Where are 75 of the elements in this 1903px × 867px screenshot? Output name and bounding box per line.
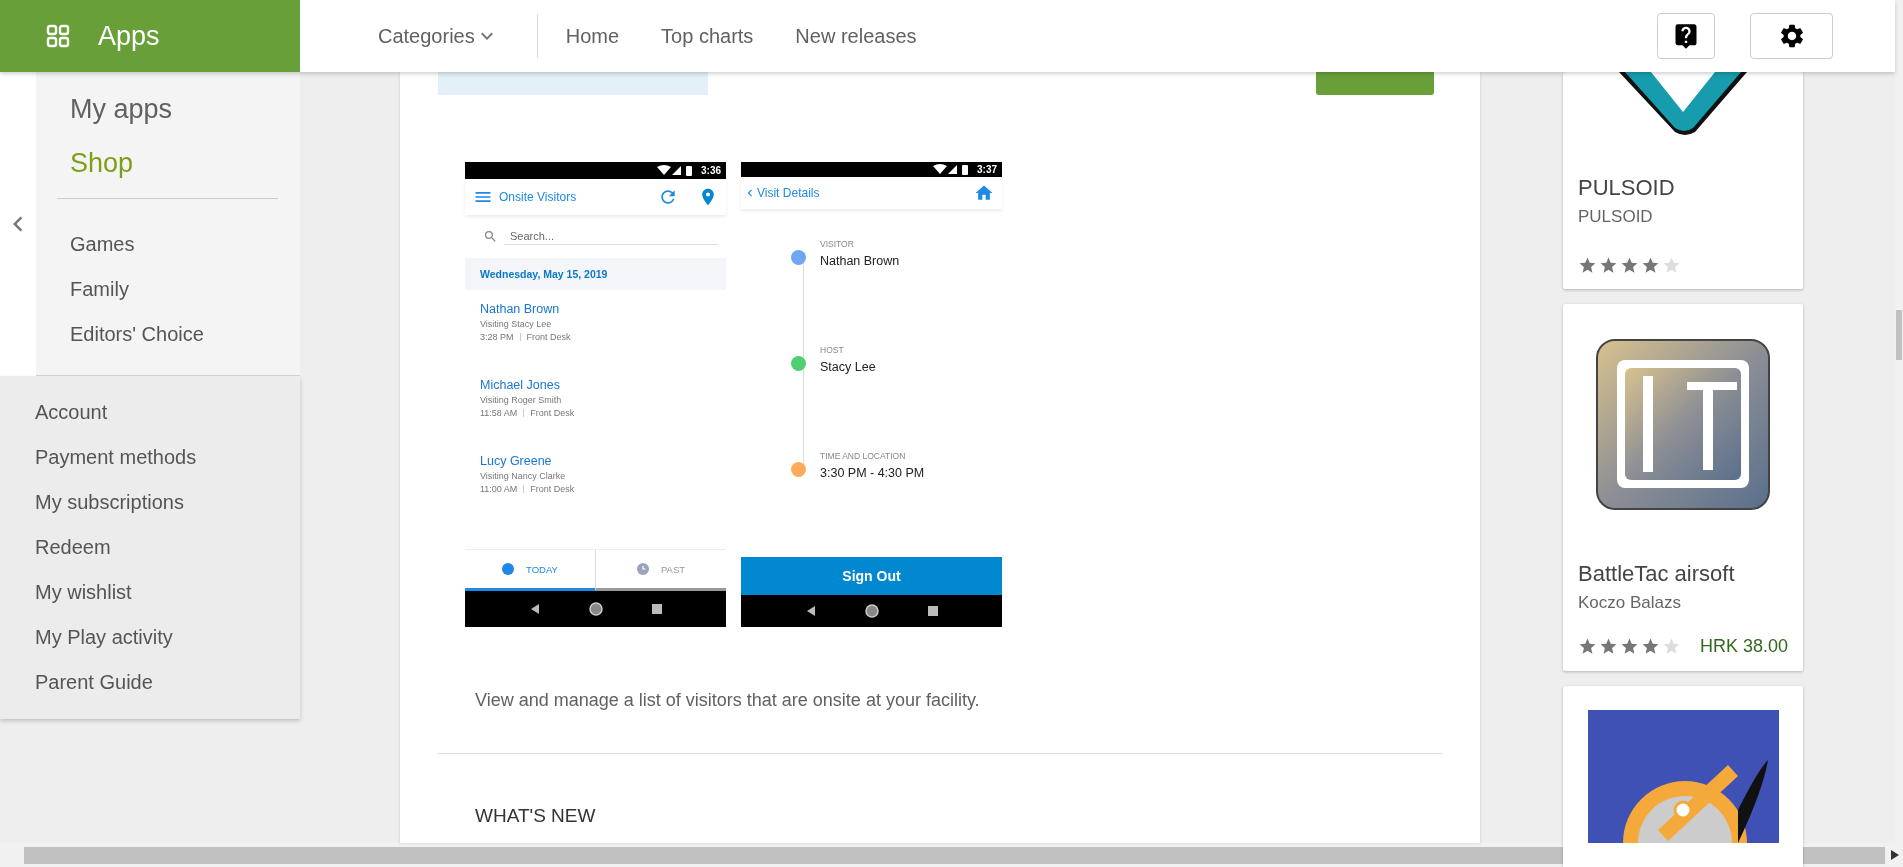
category-link[interactable]: Editors' Choice: [70, 312, 204, 357]
visiting-host: Visiting Roger Smith: [480, 395, 562, 405]
refresh-icon: [658, 187, 678, 207]
account-link[interactable]: My wishlist: [35, 570, 132, 615]
nav-link[interactable]: Top charts: [661, 24, 754, 48]
star-icon: [1620, 637, 1639, 656]
visit-time: 3:28 PM: [480, 332, 514, 342]
visitor-name: Michael Jones: [480, 378, 560, 392]
field-label: TIME AND LOCATION: [820, 450, 906, 461]
back-icon: [529, 604, 540, 614]
status-time: 3:36: [701, 165, 721, 176]
app-title: BattleTac airsoft: [1578, 561, 1735, 587]
account-link[interactable]: Redeem: [35, 525, 111, 570]
account-link[interactable]: Account: [35, 390, 108, 435]
square-icon: [651, 604, 662, 614]
app-card[interactable]: [1563, 686, 1803, 867]
category-link[interactable]: Family: [70, 267, 129, 312]
app-title: PULSOID: [1578, 175, 1675, 201]
category-link[interactable]: Games: [70, 222, 135, 267]
visit-time: 11:00 AM: [480, 484, 518, 494]
field-value: Stacy Lee: [820, 359, 876, 374]
visiting-host: Visiting Nancy Clarke: [480, 471, 566, 481]
field-value: Nathan Brown: [820, 253, 900, 268]
section-title: Apps: [98, 20, 160, 52]
account-link[interactable]: Payment methods: [35, 435, 197, 480]
app-developer: PULSOID: [1578, 207, 1653, 227]
app-price: HRK 38.00: [1699, 636, 1788, 657]
help-button[interactable]: [1657, 13, 1715, 59]
app-card[interactable]: PULSOID PULSOID: [1563, 72, 1803, 289]
account-link[interactable]: My Play activity: [35, 615, 173, 660]
nav-link[interactable]: New releases: [795, 24, 917, 48]
date-heading: Wednesday, May 15, 2019: [480, 268, 608, 280]
account-link[interactable]: Parent Guide: [35, 660, 153, 705]
home-circle-icon: [864, 604, 879, 619]
field-value: 3:30 PM - 4:30 PM: [820, 465, 925, 480]
settings-button[interactable]: [1750, 13, 1833, 59]
account-link[interactable]: My subscriptions: [35, 480, 184, 525]
star-icon: [1620, 256, 1639, 275]
section-heading: WHAT'S NEW: [475, 805, 596, 827]
status-time: 3:37: [977, 164, 997, 175]
visit-place: Front Desk: [526, 332, 571, 342]
visit-place: Front Desk: [530, 408, 575, 418]
star-icon: [1599, 256, 1618, 275]
square-icon: [927, 606, 938, 617]
search-field[interactable]: Search...: [504, 228, 718, 245]
dot-icon: [502, 563, 515, 575]
star-icon: [1599, 637, 1618, 656]
home-circle-icon: [588, 602, 603, 616]
star-icon: [1641, 256, 1660, 275]
star-icon: [1641, 637, 1660, 656]
back-icon: [805, 606, 816, 617]
nav-link[interactable]: Home: [565, 24, 620, 48]
screen-title: Onsite Visitors: [499, 190, 578, 204]
categories-dropdown[interactable]: Categories: [378, 24, 499, 48]
star-icon: [1662, 256, 1681, 275]
visitor-name: Lucy Greene: [480, 454, 552, 468]
scroll-right-arrow-icon: [1891, 850, 1899, 860]
visiting-host: Visiting Stacy Lee: [480, 319, 552, 329]
visit-time: 11:58 AM: [480, 408, 518, 418]
screen-title: Visit Details: [757, 185, 821, 200]
search-icon: [483, 229, 498, 244]
grid-icon: [46, 24, 70, 48]
field-label: VISITOR: [820, 238, 854, 249]
star-icon: [1662, 637, 1681, 656]
sign-out-button[interactable]: Sign Out: [741, 556, 1002, 596]
visitor-name: Nathan Brown: [480, 302, 560, 316]
star-icon: [1578, 256, 1597, 275]
field-label: HOST: [820, 344, 844, 355]
sidebar-item[interactable]: My apps: [70, 90, 173, 128]
app-description: View and manage a list of visitors that are onsite at your facility.: [475, 690, 980, 711]
app-developer: Koczo Balazs: [1578, 593, 1681, 613]
clock-icon: [636, 563, 649, 575]
visit-place: Front Desk: [530, 484, 575, 494]
star-icon: [1578, 637, 1597, 656]
app-card[interactable]: BattleTac airsoft Koczo Balazs HRK 38.00: [1563, 304, 1803, 671]
